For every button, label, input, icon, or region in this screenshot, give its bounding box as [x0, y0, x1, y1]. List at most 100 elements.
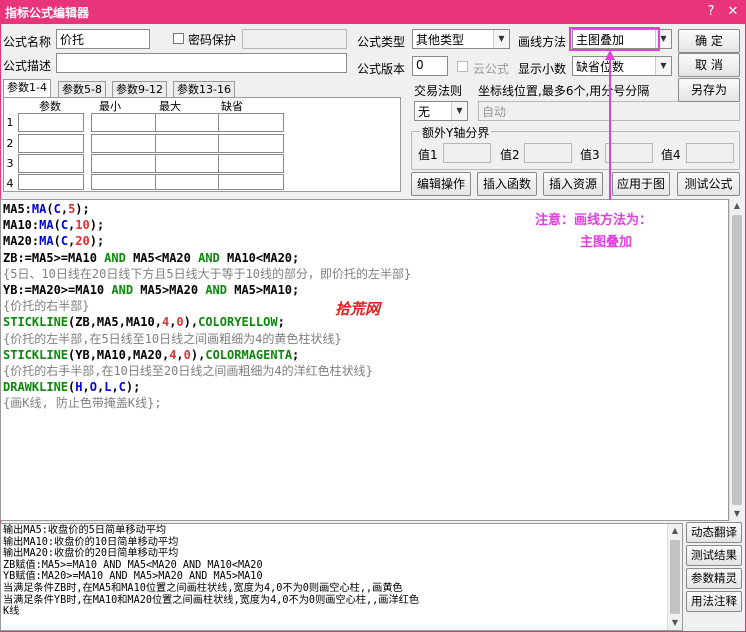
y-axis-value-input[interactable]: [443, 143, 491, 163]
code-token: 0: [176, 315, 184, 330]
output-line: 当满足条件ZB时,在MA5和MA10位置之间画柱状线,宽度为4,0不为0则画空心…: [3, 582, 403, 594]
code-token: {画K线, 防止色带掩盖K线};: [3, 396, 162, 411]
scroll-down-icon[interactable]: ▼: [730, 507, 744, 521]
code-token: COLORYELLOW: [198, 315, 278, 330]
code-line[interactable]: {价托的右手半部,在10日线至20日线之间画粗细为4的洋红色柱状线}: [3, 363, 726, 379]
cloud-formula-checkbox[interactable]: [457, 61, 468, 72]
code-token: ;: [292, 347, 300, 362]
param-min-cell[interactable]: [91, 174, 157, 190]
cloud-formula-label: 云公式: [473, 62, 510, 76]
param-header-min: 最小: [99, 100, 121, 113]
code-token: AND: [198, 250, 220, 265]
output-line: YB赋值:MA20>=MA10 AND MA5>MA20 AND MA5>MA1…: [3, 571, 263, 583]
output-scrollbar[interactable]: ▲ ▼: [667, 524, 682, 630]
param-header-name: 参数: [39, 100, 61, 113]
tab-params-1-4[interactable]: 参数1-4: [3, 79, 51, 98]
param-row-number: 4: [6, 177, 14, 190]
y-axis-value-input[interactable]: [524, 143, 572, 163]
code-line[interactable]: {价托的左半部,在5日线至10日线之间画粗细为4的黄色柱状线}: [3, 331, 726, 347]
param-max-cell[interactable]: [155, 154, 221, 173]
output-line: ZB赋值:MA5>=MA10 AND MA5<MA20 AND MA10<MA2…: [3, 559, 263, 571]
code-line[interactable]: {画K线, 防止色带掩盖K线};: [3, 395, 726, 411]
close-icon[interactable]: ✕: [724, 3, 742, 21]
save-as-button[interactable]: 另存为: [678, 78, 740, 102]
code-line[interactable]: {5日、10日线在20日线下方且5日线大于等于10线的部分，即价托的左半部}: [3, 266, 726, 282]
param-name-cell[interactable]: [18, 154, 84, 173]
code-token: AND: [205, 283, 227, 298]
param-min-cell[interactable]: [91, 154, 157, 173]
trade-rule-label: 交易法则: [414, 84, 463, 98]
code-token: AND: [111, 283, 134, 298]
annotation-line-1: 注意：画线方法为：: [535, 213, 653, 228]
code-token: );: [125, 380, 141, 395]
dynamic-translate-button[interactable]: 动态翻译: [686, 522, 742, 543]
formula-name-input[interactable]: 价托: [56, 29, 150, 49]
code-token: ,: [82, 380, 90, 395]
annotation-arrow: [605, 50, 615, 200]
trade-rule-value: 无: [418, 105, 431, 119]
tab-params-5-8[interactable]: 参数5-8: [58, 81, 106, 98]
code-line[interactable]: DRAWKLINE(H,O,L,C);: [3, 379, 726, 395]
edit-ops-button[interactable]: 编辑操作: [411, 172, 471, 196]
param-default-cell[interactable]: [218, 174, 284, 190]
y-axis-value-input[interactable]: [686, 143, 734, 163]
param-max-cell[interactable]: [155, 134, 221, 153]
insert-function-button[interactable]: 插入函数: [477, 172, 537, 196]
param-max-cell[interactable]: [155, 174, 221, 190]
code-token: {5日、10日线在20日线下方且5日线大于等于10线的部分，即价托的左半部}: [3, 266, 412, 281]
output-line: 输出MA10:收盘价的10日简单移动平均: [3, 536, 179, 548]
code-token: MA: [39, 218, 54, 233]
watermark-text: 拾荒网: [335, 300, 381, 318]
decimals-label: 显示小数: [518, 62, 567, 76]
param-default-cell[interactable]: [218, 134, 284, 153]
chevron-down-icon: ▼: [451, 102, 467, 120]
formula-version-input[interactable]: 0: [412, 56, 448, 76]
param-default-cell[interactable]: [218, 154, 284, 173]
formula-desc-label: 公式描述: [3, 59, 52, 73]
test-formula-button[interactable]: 测试公式: [677, 172, 740, 196]
code-token: {价托的右半部}: [3, 299, 90, 314]
code-token: COLORMAGENTA: [205, 347, 293, 362]
scroll-thumb[interactable]: [732, 215, 742, 505]
formula-type-select[interactable]: 其他类型 ▼: [412, 29, 510, 49]
param-wizard-button[interactable]: 参数精灵: [686, 568, 742, 589]
code-token: STICKLINE: [3, 347, 69, 362]
scroll-thumb[interactable]: [670, 540, 680, 614]
param-min-cell[interactable]: [91, 113, 157, 132]
tab-params-9-12[interactable]: 参数9-12: [112, 81, 167, 98]
password-checkbox[interactable]: [173, 33, 184, 44]
param-default-cell[interactable]: [218, 113, 284, 132]
test-result-button[interactable]: 测试结果: [686, 545, 742, 566]
formula-type-label: 公式类型: [357, 35, 406, 49]
code-token: H: [75, 380, 83, 395]
param-name-cell[interactable]: [18, 113, 84, 132]
param-min-cell[interactable]: [91, 134, 157, 153]
password-input[interactable]: [242, 29, 347, 49]
formula-version-label: 公式版本: [357, 62, 406, 76]
formula-desc-input[interactable]: [56, 53, 347, 73]
ok-button[interactable]: 确 定: [678, 29, 740, 53]
code-line[interactable]: YB:=MA20>=MA10 AND MA5>MA20 AND MA5>MA10…: [3, 282, 726, 298]
formula-type-value: 其他类型: [416, 33, 465, 47]
param-max-cell[interactable]: [155, 113, 221, 132]
code-token: MA20:: [3, 234, 40, 249]
scroll-up-icon[interactable]: ▲: [730, 199, 744, 213]
title-bar[interactable]: 指标公式编辑器 ? ✕: [0, 0, 746, 24]
code-line[interactable]: STICKLINE(YB,MA10,MA20,4,0),COLORMAGENTA…: [3, 347, 726, 363]
tab-params-13-16[interactable]: 参数13-16: [173, 81, 235, 98]
code-token: O: [89, 380, 97, 395]
code-token: (: [53, 234, 61, 249]
usage-notes-button[interactable]: 用法注释: [686, 591, 742, 612]
code-scrollbar[interactable]: ▲ ▼: [729, 199, 744, 521]
param-name-cell[interactable]: [18, 134, 84, 153]
code-token: MA10<MA20;: [219, 250, 300, 265]
scroll-up-icon[interactable]: ▲: [668, 524, 682, 538]
code-token: AND: [104, 250, 126, 265]
param-name-cell[interactable]: [18, 174, 84, 190]
trade-rule-select[interactable]: 无 ▼: [414, 101, 468, 121]
cancel-button[interactable]: 取 消: [678, 53, 740, 77]
code-line[interactable]: ZB:=MA5>=MA10 AND MA5<MA20 AND MA10<MA20…: [3, 250, 726, 266]
scroll-down-icon[interactable]: ▼: [668, 616, 682, 630]
code-token: MA5<MA20: [125, 250, 199, 265]
help-icon[interactable]: ?: [702, 3, 720, 21]
